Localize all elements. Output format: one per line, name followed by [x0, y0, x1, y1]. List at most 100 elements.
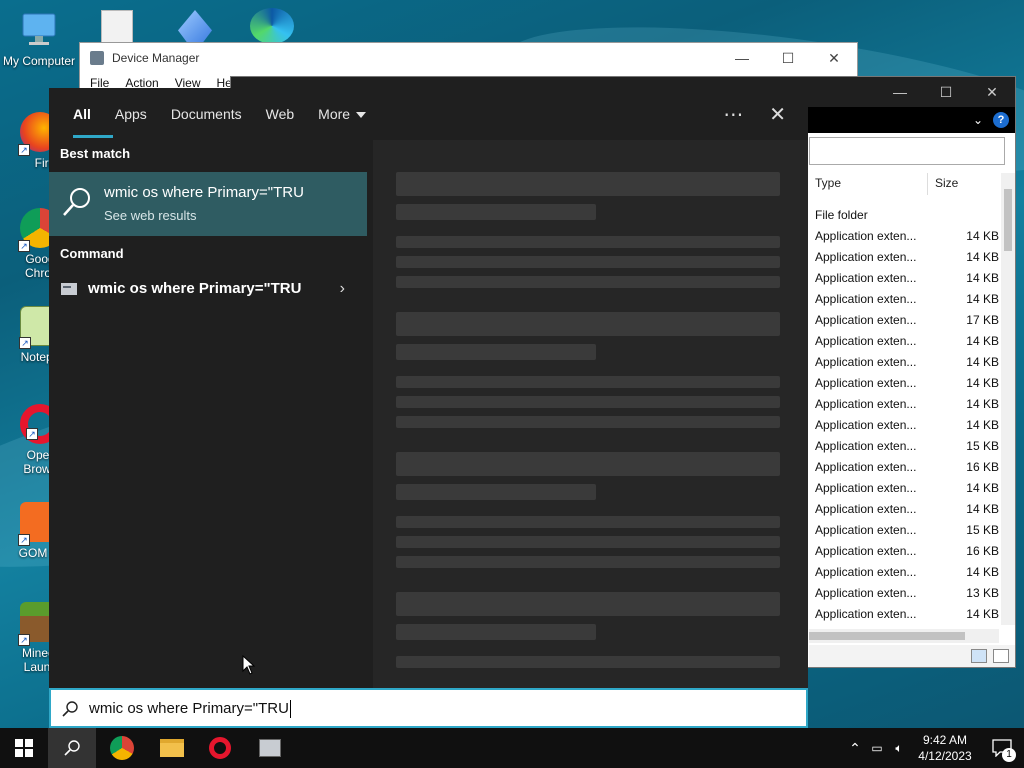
vertical-scrollbar[interactable] [1001, 173, 1015, 625]
table-row[interactable]: Application exten... 14 KB [809, 478, 999, 499]
folder-icon [160, 739, 184, 757]
table-row[interactable]: Application exten... 14 KB [809, 394, 999, 415]
table-row[interactable]: Application exten... 14 KB [809, 604, 999, 625]
table-row[interactable]: Application exten... 16 KB [809, 457, 999, 478]
start-search-panel: All Apps Documents Web More ⋯ ✕ Best mat… [49, 88, 808, 688]
chevron-down-icon[interactable]: ⌄ [973, 113, 983, 127]
scrollbar-thumb[interactable] [1004, 189, 1012, 251]
close-button[interactable]: ✕ [969, 84, 1015, 101]
row-size: 14 KB [966, 355, 999, 369]
column-type[interactable]: Type [815, 176, 841, 190]
scrollbar-thumb[interactable] [809, 632, 965, 640]
column-separator[interactable] [927, 173, 928, 195]
help-icon[interactable]: ? [993, 112, 1009, 128]
horizontal-scrollbar[interactable] [809, 629, 999, 643]
row-type: Application exten... [815, 229, 917, 243]
tab-apps[interactable]: Apps [103, 88, 159, 140]
table-row[interactable]: Application exten... 14 KB [809, 268, 999, 289]
device-manager-titlebar[interactable]: Device Manager — ☐ ✕ [80, 43, 857, 73]
volume-icon[interactable]: 🔈︎ [888, 741, 910, 756]
close-button[interactable]: ✕ [811, 50, 857, 67]
row-type: Application exten... [815, 544, 917, 558]
row-type: Application exten... [815, 523, 917, 537]
table-row[interactable]: Application exten... 17 KB [809, 310, 999, 331]
loading-placeholder [396, 276, 780, 288]
taskbar-opera[interactable] [196, 728, 244, 768]
taskbar-device-manager[interactable] [246, 728, 294, 768]
taskbar: ⌃ ▭ 🔈︎ 9:42 AM 4/12/2023 1 [0, 728, 1024, 768]
opera-icon [209, 737, 231, 759]
loading-placeholder [396, 376, 780, 388]
caret-down-icon [356, 112, 367, 119]
chevron-right-icon[interactable]: › [340, 280, 345, 298]
taskbar-search-button[interactable] [48, 728, 96, 768]
loading-placeholder [396, 516, 780, 528]
table-row[interactable]: Application exten... 14 KB [809, 373, 999, 394]
ellipsis-icon[interactable]: ⋯ [723, 102, 743, 127]
minimize-button[interactable]: — [877, 84, 923, 100]
row-type: Application exten... [815, 250, 917, 264]
start-button[interactable] [0, 728, 48, 768]
loading-placeholder [396, 624, 596, 640]
taskbar-chrome[interactable] [98, 728, 146, 768]
row-size: 14 KB [966, 229, 999, 243]
row-size: 14 KB [966, 481, 999, 495]
file-icon[interactable] [101, 10, 133, 44]
search-input[interactable]: wmic os where Primary="TRU [89, 700, 291, 719]
tab-documents[interactable]: Documents [159, 88, 254, 140]
taskbar-file-explorer[interactable] [148, 728, 196, 768]
command-result[interactable]: wmic os where Primary="TRU › [49, 272, 367, 308]
table-row[interactable]: Application exten... 14 KB [809, 415, 999, 436]
tab-more[interactable]: More [306, 88, 378, 140]
edge-icon[interactable] [250, 8, 294, 44]
details-view-button[interactable] [971, 649, 987, 663]
explorer-search-box[interactable] [809, 137, 1005, 165]
table-row[interactable]: Application exten... 15 KB [809, 436, 999, 457]
table-row[interactable]: Application exten... 15 KB [809, 520, 999, 541]
loading-placeholder [396, 344, 596, 360]
computer-icon [19, 10, 59, 50]
table-row[interactable]: Application exten... 14 KB [809, 499, 999, 520]
row-type: Application exten... [815, 586, 917, 600]
maximize-button[interactable]: ☐ [765, 50, 811, 67]
column-size[interactable]: Size [935, 176, 958, 190]
window-title: Device Manager [112, 51, 200, 65]
table-row[interactable]: Application exten... 13 KB [809, 583, 999, 604]
table-row[interactable]: Application exten... 14 KB [809, 562, 999, 583]
table-row[interactable]: Application exten... 14 KB [809, 226, 999, 247]
row-size: 14 KB [966, 334, 999, 348]
table-row[interactable]: File folder [809, 205, 999, 226]
row-size: 14 KB [966, 292, 999, 306]
maximize-button[interactable]: ☐ [923, 84, 969, 101]
loading-placeholder [396, 556, 780, 568]
crystal-icon[interactable] [178, 10, 212, 44]
tab-all[interactable]: All [61, 88, 113, 140]
table-row[interactable]: Application exten... 14 KB [809, 352, 999, 373]
clock[interactable]: 9:42 AM 4/12/2023 [910, 732, 980, 764]
large-icons-view-button[interactable] [993, 649, 1009, 663]
search-icon [62, 701, 78, 717]
chevron-up-icon[interactable]: ⌃ [844, 740, 866, 757]
notification-center-button[interactable]: 1 [980, 728, 1024, 768]
row-type: Application exten... [815, 292, 917, 306]
tab-web[interactable]: Web [254, 88, 307, 140]
desktop-icon-my-computer[interactable]: My Computer [1, 10, 77, 68]
loading-placeholder [396, 256, 780, 268]
table-row[interactable]: Application exten... 14 KB [809, 331, 999, 352]
close-icon[interactable]: ✕ [769, 102, 786, 127]
best-match-result[interactable]: wmic os where Primary="TRU See web resul… [49, 172, 367, 236]
table-row[interactable]: Application exten... 14 KB [809, 247, 999, 268]
best-match-subtitle: See web results [104, 208, 197, 223]
file-list: File folder Application exten... 14 KB Appl… [809, 205, 999, 625]
minimize-button[interactable]: — [719, 50, 765, 67]
preview-pane-loading [373, 140, 808, 688]
command-prompt-icon [61, 283, 77, 295]
command-heading: Command [60, 246, 124, 261]
table-row[interactable]: Application exten... 14 KB [809, 289, 999, 310]
network-icon[interactable]: ▭ [866, 741, 888, 755]
row-size: 16 KB [966, 544, 999, 558]
table-row[interactable]: Application exten... 16 KB [809, 541, 999, 562]
search-box[interactable]: wmic os where Primary="TRU [49, 688, 808, 728]
row-type: Application exten... [815, 439, 917, 453]
search-icon [63, 188, 90, 216]
